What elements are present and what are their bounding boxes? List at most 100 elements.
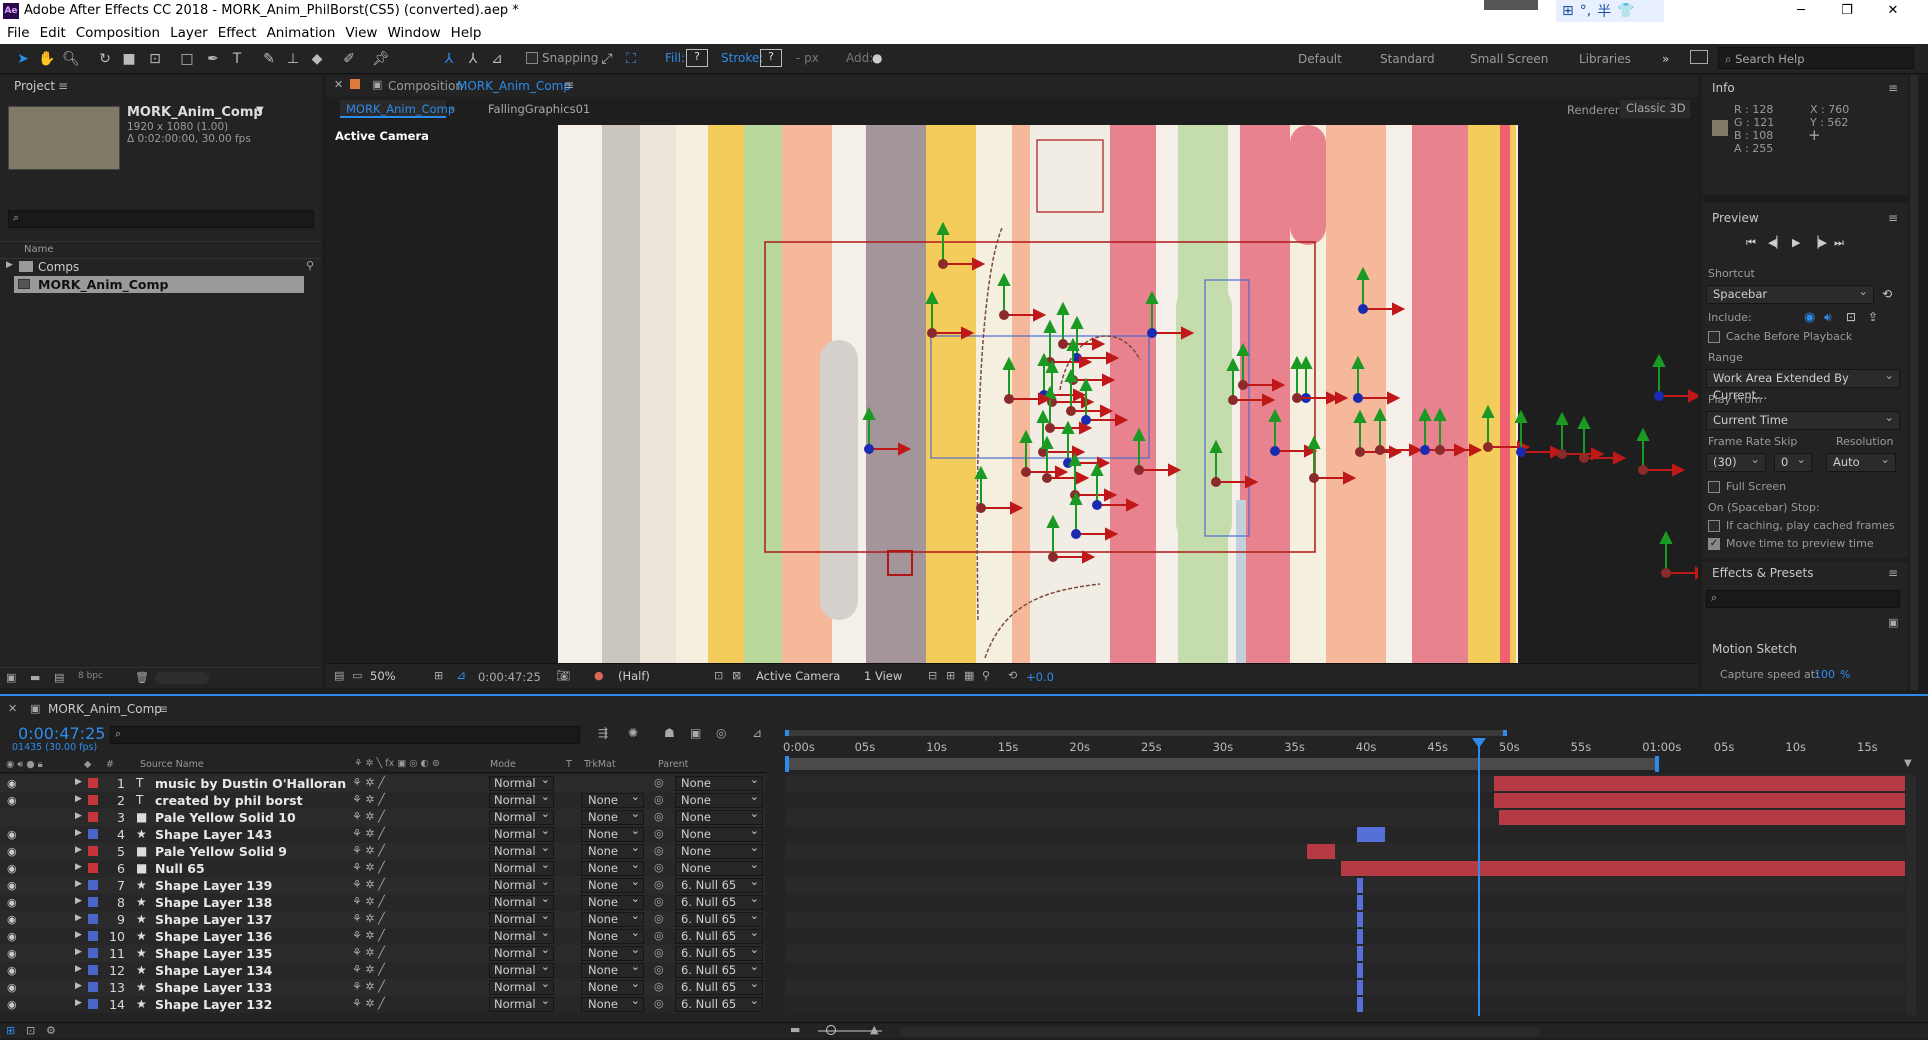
panel-menu-icon[interactable]: ≡	[1888, 211, 1898, 225]
parent-column-header[interactable]: Parent	[658, 759, 688, 770]
layer-name[interactable]: Shape Layer 135	[155, 946, 272, 961]
flowchart-icon[interactable]: ⚲	[306, 259, 314, 272]
visibility-eye-icon[interactable]: ◉	[7, 862, 17, 875]
track-matte-dropdown[interactable]: None	[581, 807, 644, 825]
expand-triangle-icon[interactable]: ▶	[75, 879, 82, 889]
layer-duration-bar[interactable]	[1357, 997, 1363, 1012]
thumbnail-slider[interactable]	[155, 672, 209, 684]
full-screen-checkbox[interactable]	[1708, 481, 1720, 493]
track-matte-dropdown[interactable]: None	[581, 943, 644, 961]
layer-switches[interactable]: ⚘ ✲ ╱	[352, 861, 385, 874]
layer-duration-bar[interactable]	[1357, 912, 1363, 927]
new-folder-icon[interactable]: ▬	[30, 671, 40, 684]
camera-tool-icon[interactable]: ■	[120, 50, 138, 68]
include-overlays-icon[interactable]: ⊡	[1846, 310, 1856, 324]
blend-mode-dropdown[interactable]: Normal	[489, 824, 554, 842]
pick-whip-icon[interactable]: ◎	[654, 793, 664, 806]
parent-dropdown[interactable]: 6. Null 65	[675, 960, 763, 978]
move-time-checkbox[interactable]: ✓	[1708, 538, 1720, 550]
label-color-swatch[interactable]	[88, 931, 98, 941]
parent-dropdown[interactable]: None	[675, 807, 763, 825]
camera-dropdown[interactable]: Active Camera	[756, 669, 852, 685]
track-matte-dropdown[interactable]: None	[581, 892, 644, 910]
label-color-swatch[interactable]	[88, 914, 98, 924]
draft-3d-icon[interactable]: ✺	[628, 726, 638, 740]
parent-dropdown[interactable]: None	[675, 858, 763, 876]
panel-menu-icon[interactable]: ≡	[1888, 81, 1898, 95]
number-column-header[interactable]: #	[106, 759, 114, 770]
visibility-eye-icon[interactable]: ◉	[7, 777, 17, 790]
label-color-swatch[interactable]	[88, 829, 98, 839]
project-panel-title[interactable]: Project	[14, 79, 55, 93]
name-column-header[interactable]: Name	[24, 244, 54, 255]
ime-halfwidth-icon[interactable]: 半	[1597, 1, 1611, 21]
roto-brush-tool-icon[interactable]: ✐	[340, 50, 358, 68]
blend-mode-dropdown[interactable]: Normal	[489, 841, 554, 859]
layer-duration-bar[interactable]	[1494, 793, 1905, 808]
panel-menu-icon[interactable]: ≡	[58, 79, 68, 93]
panel-menu-icon[interactable]: ≡	[158, 702, 168, 716]
layer-row[interactable]: ◉ ▶ 6 ■ Null 65 ⚘ ✲ ╱ Normal None ◎ None	[0, 858, 765, 877]
layer-name[interactable]: Shape Layer 136	[155, 929, 272, 944]
close-panel-icon[interactable]: ✕	[8, 702, 17, 715]
fill-swatch[interactable]: ?	[686, 49, 708, 67]
playhead-icon[interactable]	[1472, 738, 1486, 748]
pick-whip-icon[interactable]: ◎	[654, 861, 664, 874]
pick-whip-icon[interactable]: ◎	[654, 776, 664, 789]
time-navigator-range[interactable]	[785, 730, 1507, 736]
timeline-vertical-scrollbar[interactable]	[1906, 775, 1916, 1015]
expand-triangle-icon[interactable]: ▶	[75, 998, 82, 1008]
track-matte-dropdown[interactable]: None	[581, 875, 644, 893]
layer-handle[interactable]	[1652, 353, 1698, 403]
time-navigator[interactable]	[785, 730, 1507, 736]
pick-whip-icon[interactable]: ◎	[654, 827, 664, 840]
comp-dropdown-icon[interactable]: ▼	[256, 105, 264, 116]
pick-whip-icon[interactable]: ◎	[654, 810, 664, 823]
work-area-start-handle[interactable]	[785, 756, 789, 772]
ime-shirt-icon[interactable]: 👕	[1617, 3, 1634, 19]
menu-edit[interactable]: Edit	[40, 22, 66, 44]
workspace-libraries[interactable]: Libraries	[1579, 52, 1631, 66]
mode-column-header[interactable]: Mode	[490, 759, 516, 770]
layer-row[interactable]: ◉ ▶ 2Tcreated by phil borst ⚘ ✲ ╱ Normal None…	[0, 790, 765, 809]
panel-menu-icon[interactable]: ≡	[564, 78, 574, 92]
track-matte-dropdown[interactable]: None	[581, 824, 644, 842]
mask-visibility-icon[interactable]: ⊿	[456, 668, 466, 682]
puppet-pin-tool-icon[interactable]: 📌︎	[372, 50, 390, 68]
project-search-input[interactable]: ⌕	[8, 210, 314, 228]
layer-switches[interactable]: ⚘ ✲ ╱	[352, 827, 385, 840]
exposure-value[interactable]: +0.0	[1026, 670, 1054, 684]
cache-before-checkbox[interactable]	[1708, 331, 1720, 343]
parent-dropdown[interactable]: 6. Null 65	[675, 909, 763, 927]
menu-composition[interactable]: Composition	[76, 22, 160, 44]
layer-name[interactable]: Shape Layer 134	[155, 963, 272, 978]
layer-name[interactable]: Shape Layer 143	[155, 827, 272, 842]
menu-file[interactable]: File	[7, 22, 30, 44]
layer-switches[interactable]: ⚘ ✲ ╱	[352, 895, 385, 908]
taskbar-thumbnail[interactable]	[1484, 0, 1538, 10]
parent-dropdown[interactable]: 6. Null 65	[675, 994, 763, 1012]
range-dropdown[interactable]: Work Area Extended By Current...	[1706, 367, 1900, 402]
new-comp-icon[interactable]: ▤	[54, 671, 64, 684]
expand-triangle-icon[interactable]: ▶	[75, 981, 82, 991]
pick-whip-icon[interactable]: ◎	[654, 980, 664, 993]
visibility-eye-icon[interactable]: ◉	[7, 828, 17, 841]
right-panel-scrollbar[interactable]	[1910, 75, 1918, 690]
layer-duration-bar[interactable]	[1307, 844, 1335, 859]
if-caching-checkbox[interactable]	[1708, 520, 1720, 532]
layer-switches[interactable]: ⚘ ✲ ╱	[352, 963, 385, 976]
clone-stamp-tool-icon[interactable]: ⊥	[284, 50, 302, 68]
menu-window[interactable]: Window	[387, 22, 440, 44]
expand-triangle-icon[interactable]: ▶	[75, 913, 82, 923]
track-matte-dropdown[interactable]: None	[581, 960, 644, 978]
blend-mode-dropdown[interactable]: Normal	[489, 875, 554, 893]
layer-row[interactable]: ◉ ▶ 10 ★ Shape Layer 136 ⚘ ✲ ╱ Normal None ◎ 6. N…	[0, 926, 765, 945]
brush-tool-icon[interactable]: ✎	[260, 50, 278, 68]
pen-tool-icon[interactable]: ✒	[204, 50, 222, 68]
layer-handle[interactable]	[1555, 411, 1605, 461]
blend-mode-dropdown[interactable]: Normal	[489, 909, 554, 927]
layer-name[interactable]: Shape Layer 133	[155, 980, 272, 995]
time-zoom-thumb[interactable]	[826, 1025, 836, 1035]
ime-icon[interactable]: ⊞	[1562, 3, 1574, 19]
t-column-header[interactable]: T	[566, 759, 572, 770]
